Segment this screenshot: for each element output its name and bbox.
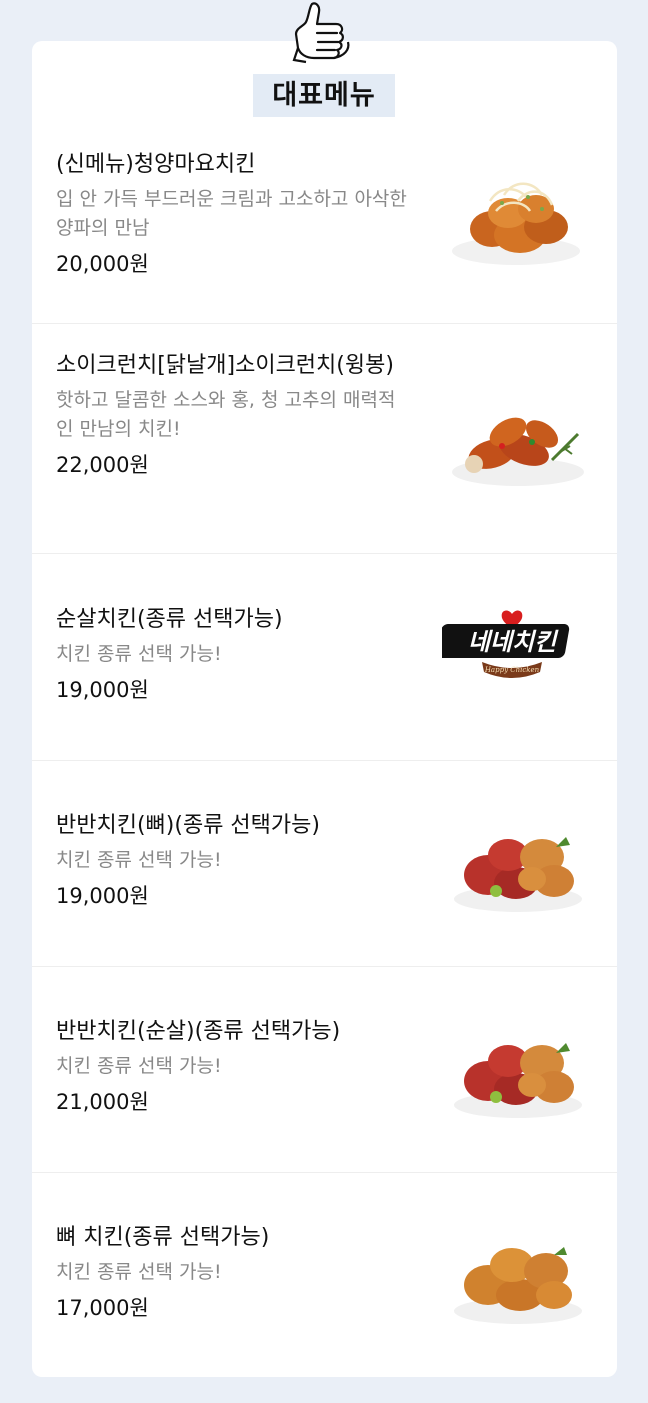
menu-item[interactable]: (신메뉴)청양마요치킨 입 안 가득 부드러운 크림과 고소하고 아삭한 양파의…: [32, 120, 617, 324]
item-price: 19,000원: [56, 678, 149, 702]
item-name: (신메뉴)청양마요치킨: [56, 152, 256, 177]
chicken-mayo-onion-image: [452, 182, 580, 265]
item-price: 21,000원: [56, 1090, 149, 1114]
soy-wings-image: [452, 417, 584, 486]
item-description: 치킨 종류 선택 가능!: [56, 1261, 222, 1283]
item-name: 반반치킨(순살)(종류 선택가능): [56, 1019, 341, 1044]
item-description: 입 안 가득 부드러운 크림과 고소하고 아삭한 양파의 만남: [56, 188, 407, 239]
item-description: 치킨 종류 선택 가능!: [56, 1055, 222, 1077]
section-header: 대표메뉴: [0, 0, 648, 120]
half-half-boneless-image: [454, 1043, 582, 1118]
section-title: 대표메뉴: [253, 74, 395, 117]
half-half-chicken-image: [454, 837, 582, 912]
item-price: 20,000원: [56, 252, 149, 276]
item-name: 소이크런치[닭날개]소이크런치(윙봉): [56, 353, 394, 378]
item-name: 뼈 치킨(종류 선택가능): [56, 1225, 270, 1250]
fried-chicken-image: [454, 1247, 582, 1324]
item-price: 22,000원: [56, 453, 149, 477]
menu-item[interactable]: 뼈 치킨(종류 선택가능) 치킨 종류 선택 가능! 17,000원: [32, 1173, 617, 1377]
item-price: 19,000원: [56, 884, 149, 908]
nene-chicken-logo: 네네치킨 Happy Chicken: [442, 610, 570, 678]
menu-item[interactable]: 반반치킨(순살)(종류 선택가능) 치킨 종류 선택 가능! 21,000원: [32, 967, 617, 1173]
item-description: 치킨 종류 선택 가능!: [56, 643, 222, 665]
item-name: 반반치킨(뼈)(종류 선택가능): [56, 813, 320, 838]
menu-item[interactable]: 반반치킨(뼈)(종류 선택가능) 치킨 종류 선택 가능! 19,000원: [32, 761, 617, 967]
item-description: 치킨 종류 선택 가능!: [56, 849, 222, 871]
thumbs-up-icon: [292, 2, 350, 64]
item-name: 순살치킨(종류 선택가능): [56, 607, 283, 632]
item-price: 17,000원: [56, 1296, 149, 1320]
menu-item[interactable]: 소이크런치[닭날개]소이크런치(윙봉) 핫하고 달콤한 소스와 홍, 청 고추의…: [32, 324, 617, 554]
item-description: 핫하고 달콤한 소스와 홍, 청 고추의 매력적인 만남의 치킨!: [56, 389, 396, 440]
logo-text: 네네치킨: [468, 628, 559, 656]
logo-subtext: Happy Chicken: [484, 666, 540, 674]
menu-item[interactable]: 순살치킨(종류 선택가능) 치킨 종류 선택 가능! 19,000원 네네치킨 …: [32, 554, 617, 761]
